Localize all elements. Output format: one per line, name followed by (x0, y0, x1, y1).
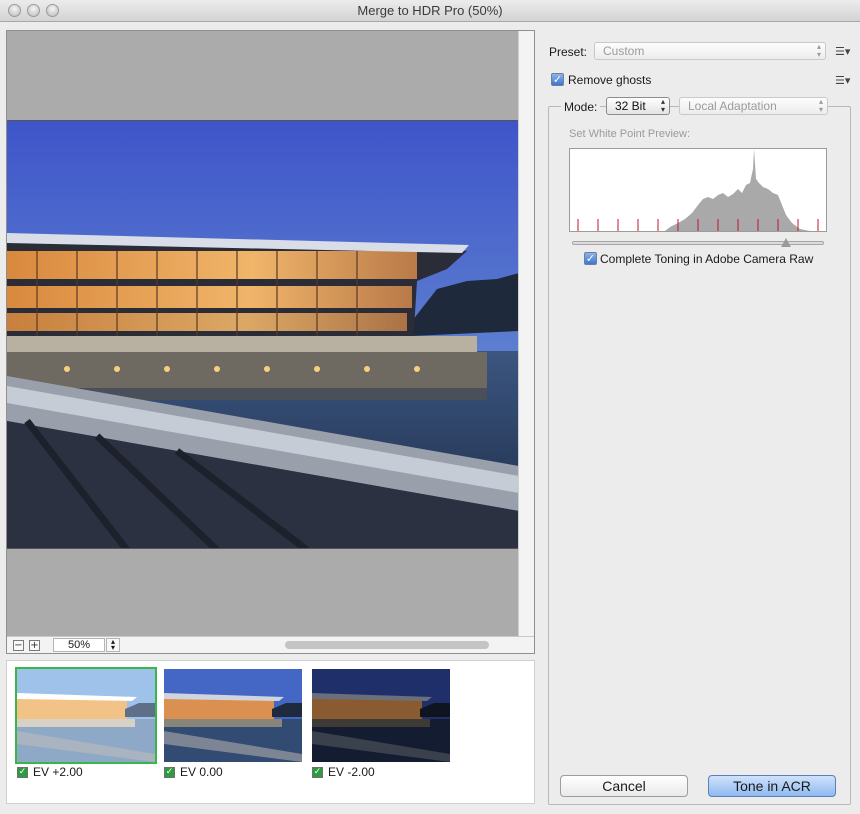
exposure-label: EV 0.00 (180, 765, 223, 779)
white-point-slider-thumb[interactable] (781, 238, 792, 247)
source-thumbnail-2[interactable] (164, 669, 302, 762)
source-item-2-exposure: ✓ EV 0.00 (164, 765, 223, 779)
checkmark-icon: ✓ (552, 73, 563, 86)
exposure-label: EV +2.00 (33, 765, 83, 779)
remove-ghosts-label: Remove ghosts (568, 73, 652, 87)
checkmark-icon: ✓ (165, 766, 174, 777)
white-point-label: Set White Point Preview: (569, 128, 691, 140)
bit-depth-value: 32 Bit (615, 99, 646, 113)
source-item-1-exposure: ✓ EV +2.00 (17, 765, 83, 779)
source-item-3-exposure: ✓ EV -2.00 (312, 765, 375, 779)
method-value: Local Adaptation (688, 99, 777, 113)
exposure-label: EV -2.00 (328, 765, 375, 779)
checkmark-icon: ✓ (18, 766, 27, 777)
image-preview[interactable]: − + 50% ▴ ▾ (6, 30, 535, 654)
vertical-scrollbar[interactable] (518, 31, 534, 637)
zoom-stepper[interactable]: ▴ ▾ (106, 638, 120, 652)
source-images-filmstrip: ✓ EV +2.00 ✓ EV 0.00 ✓ EV -2.00 (6, 660, 535, 804)
histogram (569, 148, 827, 232)
checkmark-icon: ✓ (313, 766, 322, 777)
title-bar: Merge to HDR Pro (50%) (0, 0, 860, 22)
checkmark-icon: ✓ (585, 252, 596, 265)
preset-select[interactable]: Custom ▴ ▾ (594, 42, 826, 60)
horizontal-scrollbar-thumb[interactable] (285, 641, 489, 649)
zoom-in-button[interactable]: + (29, 640, 40, 651)
preset-value: Custom (603, 44, 645, 58)
source-thumbnail-3[interactable] (312, 669, 450, 762)
updown-arrows-icon: ▴ ▾ (818, 97, 823, 114)
source-thumbnail-1[interactable] (15, 667, 157, 764)
zoom-level-field[interactable]: 50% (53, 638, 105, 652)
include-checkbox-2[interactable]: ✓ (164, 766, 175, 778)
complete-toning-label: Complete Toning in Adobe Camera Raw (600, 252, 814, 266)
updown-arrows-icon: ▴ ▾ (660, 97, 665, 114)
include-checkbox-1[interactable]: ✓ (17, 766, 28, 778)
preview-status-bar: − + 50% ▴ ▾ (7, 636, 534, 653)
include-checkbox-3[interactable]: ✓ (312, 766, 323, 778)
minus-icon: − (14, 640, 23, 651)
histogram-curve (570, 149, 826, 231)
complete-toning-checkbox[interactable]: ✓ (584, 252, 597, 265)
tone-in-acr-button[interactable]: Tone in ACR (708, 775, 836, 797)
zoom-out-button[interactable]: − (13, 640, 24, 651)
mode-label: Mode: (561, 100, 601, 114)
preset-options-menu-icon[interactable]: ☰▾ (835, 45, 850, 58)
plus-icon: + (30, 640, 39, 651)
method-select[interactable]: Local Adaptation ▴ ▾ (679, 97, 828, 115)
cancel-button[interactable]: Cancel (560, 775, 688, 797)
bit-depth-select[interactable]: 32 Bit ▴ ▾ (606, 97, 670, 115)
options-menu-icon[interactable]: ☰▾ (835, 74, 850, 87)
remove-ghosts-checkbox[interactable]: ✓ (551, 73, 564, 86)
preset-label: Preset: (549, 45, 588, 59)
hdr-preview-photo (7, 120, 519, 549)
stepper-arrows-icon: ▴ ▾ (110, 637, 115, 652)
window-title: Merge to HDR Pro (50%) (357, 3, 503, 18)
updown-arrows-icon: ▴ ▾ (816, 42, 821, 59)
